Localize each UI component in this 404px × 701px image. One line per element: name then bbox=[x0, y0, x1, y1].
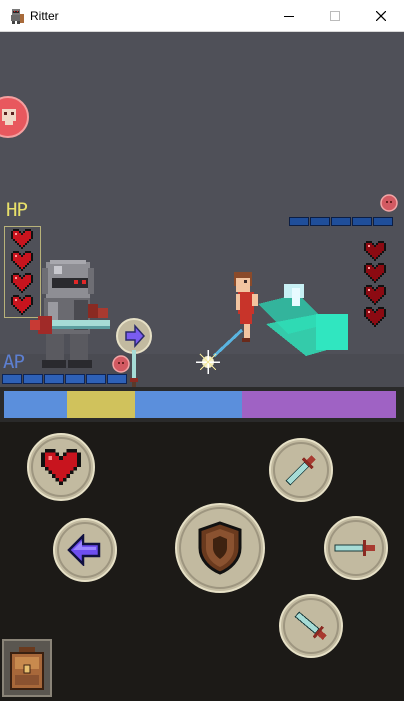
heart-icon bbox=[11, 229, 33, 249]
minimize-icon bbox=[284, 16, 294, 17]
arrow-left-icon bbox=[67, 534, 101, 566]
bar-cell bbox=[44, 374, 64, 384]
sword-icon bbox=[285, 455, 316, 486]
bar-cell bbox=[289, 217, 309, 226]
backpack-icon bbox=[10, 647, 44, 690]
heart-icon bbox=[364, 241, 386, 261]
close-icon bbox=[376, 11, 386, 21]
timeline-segment bbox=[4, 391, 67, 418]
attack-mid-button[interactable] bbox=[324, 516, 388, 580]
retreat-button[interactable] bbox=[53, 518, 117, 582]
minimize-button[interactable] bbox=[266, 0, 312, 32]
bar-cell bbox=[2, 374, 22, 384]
timeline-segment bbox=[67, 391, 135, 418]
knight-sprite bbox=[30, 260, 110, 368]
shield-icon bbox=[198, 521, 242, 575]
heart-icon bbox=[364, 263, 386, 283]
attack-high-button[interactable] bbox=[269, 438, 333, 502]
player-ap-bar bbox=[2, 374, 127, 384]
bar-cell bbox=[23, 374, 43, 384]
bar-cell bbox=[65, 374, 85, 384]
bar-cell bbox=[310, 217, 330, 226]
maximize-icon bbox=[330, 11, 340, 21]
fairy-sprite bbox=[196, 272, 348, 374]
bar-cell bbox=[107, 374, 127, 384]
battle-scene[interactable]: HP AP bbox=[0, 32, 404, 387]
inventory-button[interactable] bbox=[2, 639, 52, 697]
window-title: Ritter bbox=[30, 9, 59, 23]
heart-icon bbox=[364, 307, 386, 327]
bar-cell bbox=[331, 217, 351, 226]
turn-timeline bbox=[0, 387, 404, 422]
hp-label: HP bbox=[6, 199, 28, 221]
defend-button[interactable] bbox=[175, 503, 265, 593]
heart-icon bbox=[41, 449, 81, 485]
enemy-marker-icon bbox=[380, 194, 398, 212]
bar-cell bbox=[373, 217, 393, 226]
dagger-icon bbox=[130, 350, 138, 387]
close-button[interactable] bbox=[358, 0, 404, 32]
ap-label: AP bbox=[3, 351, 25, 373]
enemy-status-bar bbox=[289, 217, 393, 226]
timeline-segment bbox=[135, 391, 242, 418]
bar-cell bbox=[86, 374, 106, 384]
attack-low-button[interactable] bbox=[279, 594, 343, 658]
knight-icon bbox=[11, 9, 24, 24]
skull-icon[interactable] bbox=[0, 95, 30, 139]
timeline-segment bbox=[242, 391, 396, 418]
heart-icon bbox=[364, 285, 386, 305]
window-titlebar: Ritter bbox=[0, 0, 404, 32]
sword-icon bbox=[334, 540, 375, 556]
bar-cell bbox=[352, 217, 372, 226]
sword-icon bbox=[294, 611, 327, 640]
maximize-button[interactable] bbox=[312, 0, 358, 32]
heal-button[interactable] bbox=[27, 433, 95, 501]
